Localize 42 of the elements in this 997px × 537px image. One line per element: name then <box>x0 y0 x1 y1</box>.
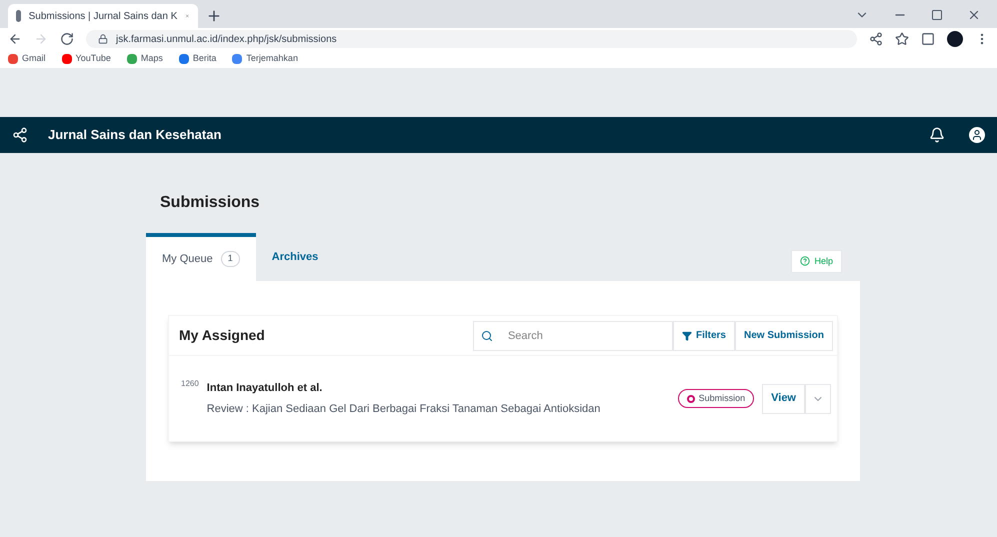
count-badge: 1 <box>220 251 240 267</box>
bookmark-link[interactable]: Berita <box>178 52 216 66</box>
profile-avatar-icon[interactable] <box>947 31 963 47</box>
search-field[interactable]: Search <box>472 320 673 350</box>
bookmark-favicon-icon <box>232 54 242 64</box>
bookmark-link[interactable]: YouTube <box>62 52 111 66</box>
address-bar[interactable]: jsk.farmasi.unmul.ac.id/index.php/jsk/submissions <box>86 30 857 48</box>
bookmark-favicon-icon <box>178 54 189 64</box>
help-icon <box>800 256 810 266</box>
new-tab-icon[interactable] <box>206 8 222 24</box>
page-title: Submissions <box>160 193 261 213</box>
tab[interactable]: My Queue 1 <box>146 233 256 281</box>
lock-icon <box>98 34 108 44</box>
tab[interactable]: Archives <box>256 233 334 281</box>
back-icon[interactable] <box>8 32 22 46</box>
bookmark-link[interactable]: Maps <box>126 52 163 66</box>
bookmark-link[interactable]: Gmail <box>8 52 46 66</box>
reload-icon[interactable] <box>60 32 74 46</box>
list-title: My Assigned <box>179 326 265 345</box>
new-submission-button[interactable]: New Submission <box>734 320 833 350</box>
filters-button[interactable]: Filters <box>672 320 735 350</box>
share-icon[interactable] <box>869 32 883 46</box>
restore-icon[interactable] <box>931 9 943 21</box>
bookmark-link[interactable]: Terjemahkan <box>232 52 298 66</box>
bookmark-favicon-icon <box>126 54 137 64</box>
stage-badge: Submission <box>678 388 754 408</box>
submission-authors[interactable]: Intan Inayatulloh et al. <box>206 380 600 396</box>
bookmark-favicon-icon <box>62 54 72 64</box>
view-button[interactable]: View <box>762 384 805 414</box>
close-icon[interactable] <box>967 8 981 22</box>
submission-id: 1260 <box>181 378 199 390</box>
notifications-icon[interactable] <box>929 127 945 143</box>
favicon-icon <box>16 10 21 22</box>
side-panel-icon[interactable] <box>921 32 935 46</box>
bookmark-favicon-icon <box>8 54 18 64</box>
bookmark-star-icon[interactable] <box>895 32 909 46</box>
search-icon <box>480 330 493 342</box>
filter-icon <box>682 330 692 340</box>
journal-title[interactable]: Jurnal Sains dan Kesehatan <box>48 125 222 145</box>
submission-title: Review : Kajian Sediaan Gel Dari Berbagai Fraksi Tanaman Sebagai Antioksidan <box>206 402 600 416</box>
browser-tab[interactable]: Submissions | Jurnal Sains dan K <box>8 4 198 28</box>
user-icon[interactable] <box>969 127 985 143</box>
